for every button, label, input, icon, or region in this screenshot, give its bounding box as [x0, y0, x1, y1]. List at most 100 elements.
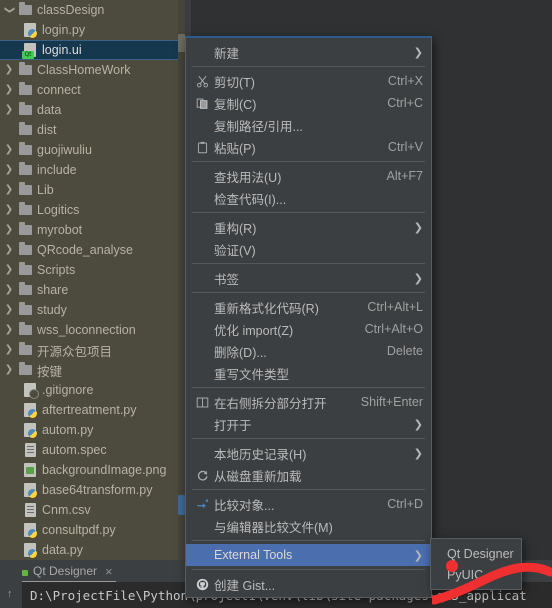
- chevron-right-icon: ❯: [413, 417, 423, 431]
- menu-item[interactable]: 优化 import(Z) Ctrl+Alt+O: [186, 318, 431, 340]
- tree-row[interactable]: autom.spec: [0, 440, 185, 460]
- tree-row[interactable]: base64transform.py: [0, 480, 185, 500]
- menu-item[interactable]: External Tools ❯: [186, 544, 431, 566]
- menu-separator: [192, 66, 425, 67]
- menu-item[interactable]: 创建 Gist...: [186, 573, 431, 595]
- tree-row-label: study: [37, 303, 67, 317]
- project-tool-window[interactable]: ❯ classDesign login.py login.ui ❯ ClassHomeWo…: [0, 0, 185, 560]
- run-tab-label[interactable]: Qt Designer: [33, 564, 97, 578]
- menu-item[interactable]: 重构(R) ❯: [186, 216, 431, 238]
- tree-row[interactable]: ❯ connect: [0, 80, 185, 100]
- menu-item[interactable]: 删除(D)... Delete: [186, 340, 431, 362]
- chevron-right-icon[interactable]: ❯: [2, 325, 16, 335]
- menu-item[interactable]: 打开于 ❯: [186, 413, 431, 435]
- chevron-right-icon[interactable]: ❯: [2, 85, 16, 95]
- menu-item[interactable]: 重写文件类型: [186, 362, 431, 384]
- chevron-right-icon[interactable]: ❯: [2, 345, 16, 355]
- chevron-right-icon[interactable]: ❯: [2, 245, 16, 255]
- menu-item[interactable]: 书签 ❯: [186, 267, 431, 289]
- tree-row[interactable]: ❯ share: [0, 280, 185, 300]
- chevron-right-icon[interactable]: ❯: [2, 365, 16, 375]
- tree-row[interactable]: data.py: [0, 540, 185, 560]
- tree-row[interactable]: ❯ Logitics: [0, 200, 185, 220]
- tree-row[interactable]: Cnm.csv: [0, 500, 185, 520]
- tree-row[interactable]: ❯ wss_loconnection: [0, 320, 185, 340]
- tree-scrollbar[interactable]: [178, 0, 185, 560]
- tree-row[interactable]: ❯ QRcode_analyse: [0, 240, 185, 260]
- chevron-right-icon[interactable]: ❯: [2, 265, 16, 275]
- chevron-right-icon[interactable]: ❯: [2, 105, 16, 115]
- chevron-right-icon[interactable]: ❯: [2, 205, 16, 215]
- menu-item[interactable]: 剪切(T) Ctrl+X: [186, 70, 431, 92]
- menu-item[interactable]: 查找用法(U) Alt+F7: [186, 165, 431, 187]
- menu-item[interactable]: 本地历史记录(H) ❯: [186, 442, 431, 464]
- chevron-right-icon[interactable]: ❯: [2, 285, 16, 295]
- scroll-up-icon[interactable]: ↑: [7, 588, 13, 600]
- tree-row[interactable]: ❯ 按键: [0, 360, 185, 380]
- tree-row[interactable]: ❯ study: [0, 300, 185, 320]
- menu-item[interactable]: 比较对象... Ctrl+D: [186, 493, 431, 515]
- menu-item-label: 在右侧拆分部分打开: [214, 396, 327, 411]
- tree-row[interactable]: ❯ guojiwuliu: [0, 140, 185, 160]
- folder-icon: [16, 282, 34, 295]
- menu-separator: [192, 212, 425, 213]
- tree-scrollbar-thumb-secondary[interactable]: [178, 495, 185, 515]
- menu-item[interactable]: 粘贴(P) Ctrl+V: [186, 136, 431, 158]
- chevron-right-icon[interactable]: ❯: [2, 225, 16, 235]
- chevron-right-icon[interactable]: ❯: [2, 185, 16, 195]
- tree-row[interactable]: ❯ include: [0, 160, 185, 180]
- menu-item[interactable]: 从磁盘重新加载: [186, 464, 431, 486]
- tree-row[interactable]: ❯ data: [0, 100, 185, 120]
- chevron-right-icon[interactable]: ❯: [2, 65, 16, 75]
- tree-row[interactable]: dist: [0, 120, 185, 140]
- submenu-item[interactable]: Qt Designer: [431, 543, 521, 564]
- chevron-right-icon[interactable]: ❯: [2, 145, 16, 155]
- tree-row-label: guojiwuliu: [37, 143, 92, 157]
- tree-row-selected[interactable]: login.ui: [0, 40, 185, 60]
- tree-row[interactable]: backgroundImage.png: [0, 460, 185, 480]
- menu-item[interactable]: 在右侧拆分部分打开 Shift+Enter: [186, 391, 431, 413]
- menu-item[interactable]: 验证(V): [186, 238, 431, 260]
- menu-item[interactable]: 检查代码(I)...: [186, 187, 431, 209]
- menu-separator: [192, 263, 425, 264]
- tree-row-label: classDesign: [37, 3, 105, 17]
- menu-separator: [192, 387, 425, 388]
- menu-item[interactable]: 复制(C) Ctrl+C: [186, 92, 431, 114]
- tree-row-label: Lib: [37, 183, 54, 197]
- tree-scrollbar-thumb[interactable]: [178, 34, 185, 52]
- chevron-right-icon[interactable]: ❯: [2, 165, 16, 175]
- external-tools-submenu[interactable]: Qt Designer PyUIC: [430, 538, 522, 590]
- menu-item-shortcut: Delete: [386, 344, 423, 358]
- file-context-menu[interactable]: 新建 ❯ 剪切(T) Ctrl+X 复制(C) Ctrl+C 复制路径/引用... 粘贴(P)…: [185, 36, 432, 598]
- menu-item[interactable]: 与编辑器比较文件(M): [186, 515, 431, 537]
- tree-row[interactable]: login.py: [0, 20, 185, 40]
- tree-row-label: .gitignore: [42, 383, 94, 397]
- tree-row-label: myrobot: [37, 223, 83, 237]
- console-toolbar[interactable]: ↑: [0, 582, 22, 608]
- menu-item[interactable]: 复制路径/引用...: [186, 114, 431, 136]
- menu-item[interactable]: 重新格式化代码(R) Ctrl+Alt+L: [186, 296, 431, 318]
- tree-row[interactable]: ❯ Lib: [0, 180, 185, 200]
- menu-item-label: 重新格式化代码(R): [214, 301, 319, 316]
- chevron-right-icon[interactable]: ❯: [4, 3, 15, 17]
- tree-row[interactable]: .gitignore: [0, 380, 185, 400]
- tree-row[interactable]: aftertreatment.py: [0, 400, 185, 420]
- tree-row-label: data.py: [42, 543, 84, 557]
- menu-item-label: 比较对象...: [214, 498, 275, 513]
- python-file-icon: [21, 403, 39, 418]
- tree-row[interactable]: consultpdf.py: [0, 520, 185, 540]
- tree-row[interactable]: ❯ myrobot: [0, 220, 185, 240]
- close-icon[interactable]: ×: [105, 565, 113, 578]
- tree-row[interactable]: ❯ Scripts: [0, 260, 185, 280]
- compare-icon: [192, 498, 212, 511]
- chevron-right-icon[interactable]: ❯: [2, 305, 16, 315]
- tree-row[interactable]: autom.py: [0, 420, 185, 440]
- tree-row[interactable]: ❯ 开源众包项目: [0, 340, 185, 360]
- menu-separator: [192, 489, 425, 490]
- submenu-item[interactable]: PyUIC: [431, 564, 521, 585]
- tree-row[interactable]: ❯ ClassHomeWork: [0, 60, 185, 80]
- run-status-dot: [22, 570, 28, 576]
- project-tree[interactable]: ❯ classDesign login.py login.ui ❯ ClassHomeWo…: [0, 0, 185, 560]
- menu-item[interactable]: 新建 ❯: [186, 41, 431, 63]
- tree-row[interactable]: ❯ classDesign: [0, 0, 185, 20]
